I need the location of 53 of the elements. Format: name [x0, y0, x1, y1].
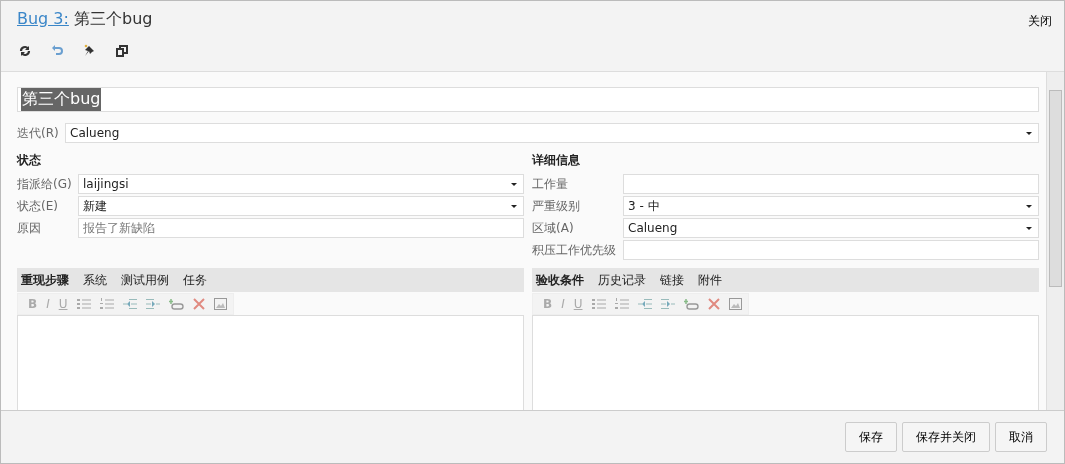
tab[interactable]: 系统: [83, 271, 107, 289]
image-icon[interactable]: [213, 298, 227, 310]
field-label: 状态(E): [17, 197, 59, 215]
dropdown-field[interactable]: 新建: [78, 196, 524, 216]
bullet-list-icon[interactable]: [76, 298, 91, 310]
field-label: 原因: [17, 219, 42, 237]
field-label: 积压工作优先级: [532, 241, 617, 259]
outdent-icon[interactable]: [122, 298, 137, 310]
footer-button[interactable]: 保存: [845, 422, 897, 452]
field-label: 工作量: [532, 175, 569, 193]
input-field[interactable]: [623, 240, 1039, 260]
delete-icon[interactable]: [707, 298, 720, 310]
tab[interactable]: 任务: [183, 271, 207, 289]
tab[interactable]: 验收条件: [536, 271, 584, 289]
footer-button[interactable]: 保存并关闭: [902, 422, 990, 452]
footer-button[interactable]: 取消: [995, 422, 1047, 452]
refresh-icon[interactable]: [19, 44, 31, 57]
dropdown-field[interactable]: Calueng: [623, 218, 1039, 238]
tab[interactable]: 附件: [698, 271, 722, 289]
copy-icon[interactable]: [116, 44, 128, 57]
numbered-list-icon[interactable]: [614, 298, 629, 310]
delete-icon[interactable]: [192, 298, 205, 310]
link-icon[interactable]: [683, 298, 699, 310]
tab[interactable]: 历史记录: [598, 271, 646, 289]
image-icon[interactable]: [728, 298, 742, 310]
field-label: 区域(A): [532, 219, 575, 237]
numbered-list-icon[interactable]: [99, 298, 114, 310]
window-title: 第三个bug: [74, 9, 153, 28]
field-label: 迭代(R): [17, 124, 60, 142]
dropdown-field[interactable]: laijingsi: [78, 174, 524, 194]
undo-icon[interactable]: [51, 44, 63, 57]
close-button[interactable]: 关闭: [1028, 11, 1052, 32]
field-label: 严重级别: [532, 197, 581, 215]
tab[interactable]: 重现步骤: [21, 271, 69, 289]
section-heading: 状态: [17, 152, 42, 169]
bug-link[interactable]: Bug 3:: [17, 9, 69, 28]
input-field[interactable]: 报告了新缺陷: [78, 218, 524, 238]
bullet-list-icon[interactable]: [591, 298, 606, 310]
scrollbar[interactable]: [1046, 72, 1064, 410]
tab[interactable]: 测试用例: [121, 271, 169, 289]
title-field[interactable]: 第三个bug: [17, 87, 1039, 112]
input-field[interactable]: [623, 174, 1039, 194]
tab[interactable]: 链接: [660, 271, 684, 289]
link-icon[interactable]: [168, 298, 184, 310]
title-text: 第三个bug: [21, 88, 102, 111]
pin-icon[interactable]: [83, 44, 96, 57]
indent-icon[interactable]: [660, 298, 675, 310]
field-label: 指派给(G): [17, 175, 73, 193]
indent-icon[interactable]: [145, 298, 160, 310]
iteration-dropdown[interactable]: Calueng: [65, 123, 1039, 143]
dropdown-field[interactable]: 3 - 中: [623, 196, 1039, 216]
section-heading: 详细信息: [532, 152, 581, 169]
outdent-icon[interactable]: [637, 298, 652, 310]
